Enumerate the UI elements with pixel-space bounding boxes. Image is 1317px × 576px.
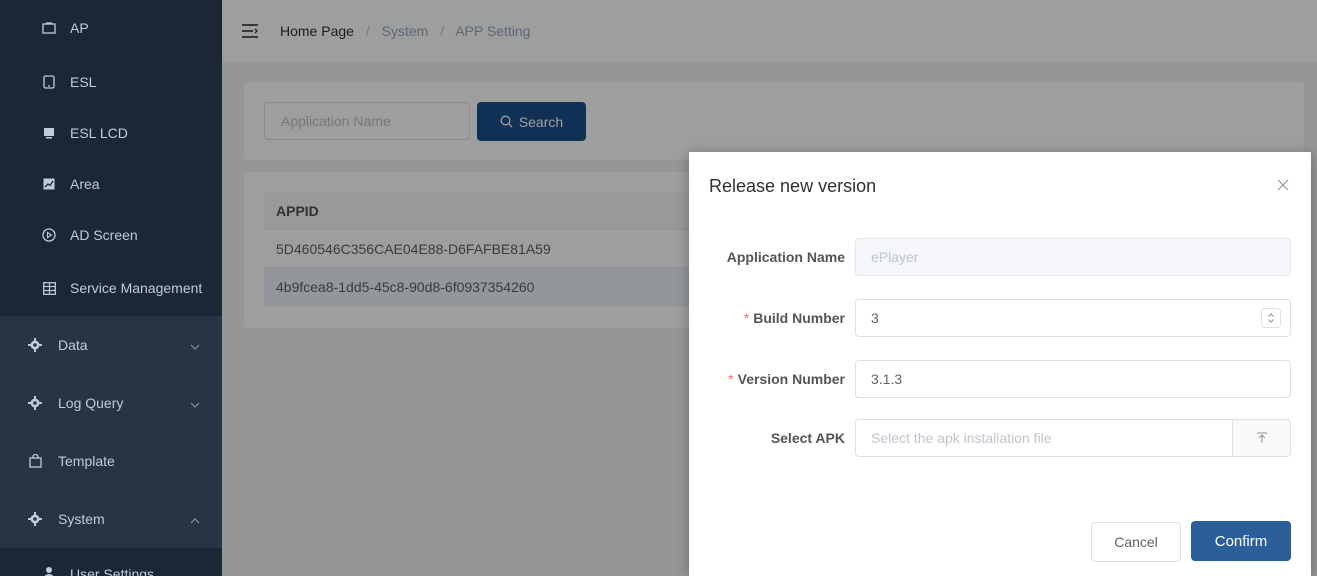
form-label: Application Name [727, 238, 845, 276]
sidebar-item-area[interactable]: Area [0, 158, 222, 209]
sidebar-item-label: Service Management [70, 280, 203, 296]
chevron-up-icon [190, 511, 200, 527]
sidebar-item-esl-lcd[interactable]: ESL LCD [0, 107, 222, 158]
stepper-arrows-icon[interactable] [1261, 308, 1281, 328]
navbar: Home Page / System / APP Setting [222, 0, 1317, 62]
form-row-build-number: * Build Number [689, 299, 1311, 337]
sidebar-item-label: ESL [70, 73, 97, 90]
sidebar-item-label: AP [70, 20, 89, 36]
version-number-field[interactable] [855, 360, 1291, 398]
sidebar-item-label: User Settings [70, 566, 155, 576]
chart-icon [40, 178, 58, 190]
tablet-icon [40, 74, 58, 89]
play-circle-icon [40, 227, 58, 242]
sidebar-menu-log-query[interactable]: Log Query [0, 374, 222, 432]
application-name-field [855, 238, 1291, 276]
display-icon [40, 127, 58, 139]
build-number-stepper[interactable] [855, 299, 1291, 337]
sidebar-item-esl[interactable]: ESL [0, 56, 222, 107]
application-name-search-input[interactable] [264, 102, 470, 140]
release-version-dialog: Release new version Application Name * B… [689, 152, 1311, 576]
breadcrumb: Home Page / System / APP Setting [280, 23, 530, 39]
chevron-down-icon [190, 395, 200, 411]
sidebar-item-ap[interactable]: AP [0, 0, 222, 56]
sidebar-menu-data[interactable]: Data [0, 316, 222, 374]
gear-icon [26, 396, 44, 410]
breadcrumb-separator: / [440, 23, 445, 39]
form-label: * Build Number [744, 299, 845, 337]
gear-icon [26, 338, 44, 352]
form-label: Select APK [771, 419, 845, 457]
sidebar-item-user-settings[interactable]: User Settings [0, 548, 222, 576]
required-mark: * [728, 371, 734, 387]
search-button[interactable]: Search [477, 102, 586, 141]
form-label-text: Select APK [770, 430, 845, 446]
sidebar-item-service-management[interactable]: Service Management [0, 260, 222, 316]
required-mark: * [743, 310, 750, 326]
sidebar-menu-template[interactable]: Template [0, 432, 222, 490]
breadcrumb-page: APP Setting [455, 23, 531, 39]
monitor-icon [40, 22, 58, 34]
gear-icon [26, 512, 44, 526]
sidebar: AP ESL ESL LCD Area AD Screen Service Ma… [0, 0, 222, 576]
breadcrumb-section: System [381, 23, 429, 39]
form-label: * Version Number [728, 360, 845, 398]
search-button-label: Search [518, 113, 564, 130]
breadcrumb-separator: / [365, 23, 370, 39]
search-icon [500, 115, 513, 128]
user-icon [40, 566, 58, 576]
sidebar-menu-label: Data [58, 337, 88, 353]
sidebar-item-label: AD Screen [70, 226, 138, 243]
sidebar-item-ad-screen[interactable]: AD Screen [0, 209, 222, 260]
form-row-version-number: * Version Number [689, 360, 1311, 398]
dialog-title: Release new version [709, 176, 877, 196]
form-label-text: Version Number [737, 371, 845, 387]
upload-icon[interactable] [1232, 419, 1291, 457]
bag-icon [26, 454, 44, 468]
sidebar-menu-label: System [58, 511, 105, 527]
hamburger-icon[interactable] [242, 24, 258, 38]
cancel-button[interactable]: Cancel [1091, 522, 1181, 562]
close-icon[interactable] [1277, 178, 1289, 191]
breadcrumb-home[interactable]: Home Page [280, 23, 354, 39]
sidebar-menu-label: Log Query [58, 395, 124, 411]
sidebar-item-label: ESL LCD [70, 124, 128, 141]
chevron-down-icon [190, 337, 200, 353]
sidebar-item-label: Area [70, 175, 100, 192]
form-row-application-name: Application Name [689, 238, 1311, 276]
form-label-text: Build Number [753, 310, 845, 326]
grid-icon [40, 281, 58, 295]
confirm-button[interactable]: Confirm [1191, 521, 1291, 561]
form-label-text: Application Name [726, 249, 845, 265]
apk-file-field[interactable] [855, 419, 1233, 457]
sidebar-menu-system[interactable]: System [0, 490, 222, 548]
sidebar-menu-label: Template [58, 453, 115, 469]
form-row-select-apk: Select APK [689, 419, 1311, 457]
search-card: Search [244, 82, 1304, 160]
